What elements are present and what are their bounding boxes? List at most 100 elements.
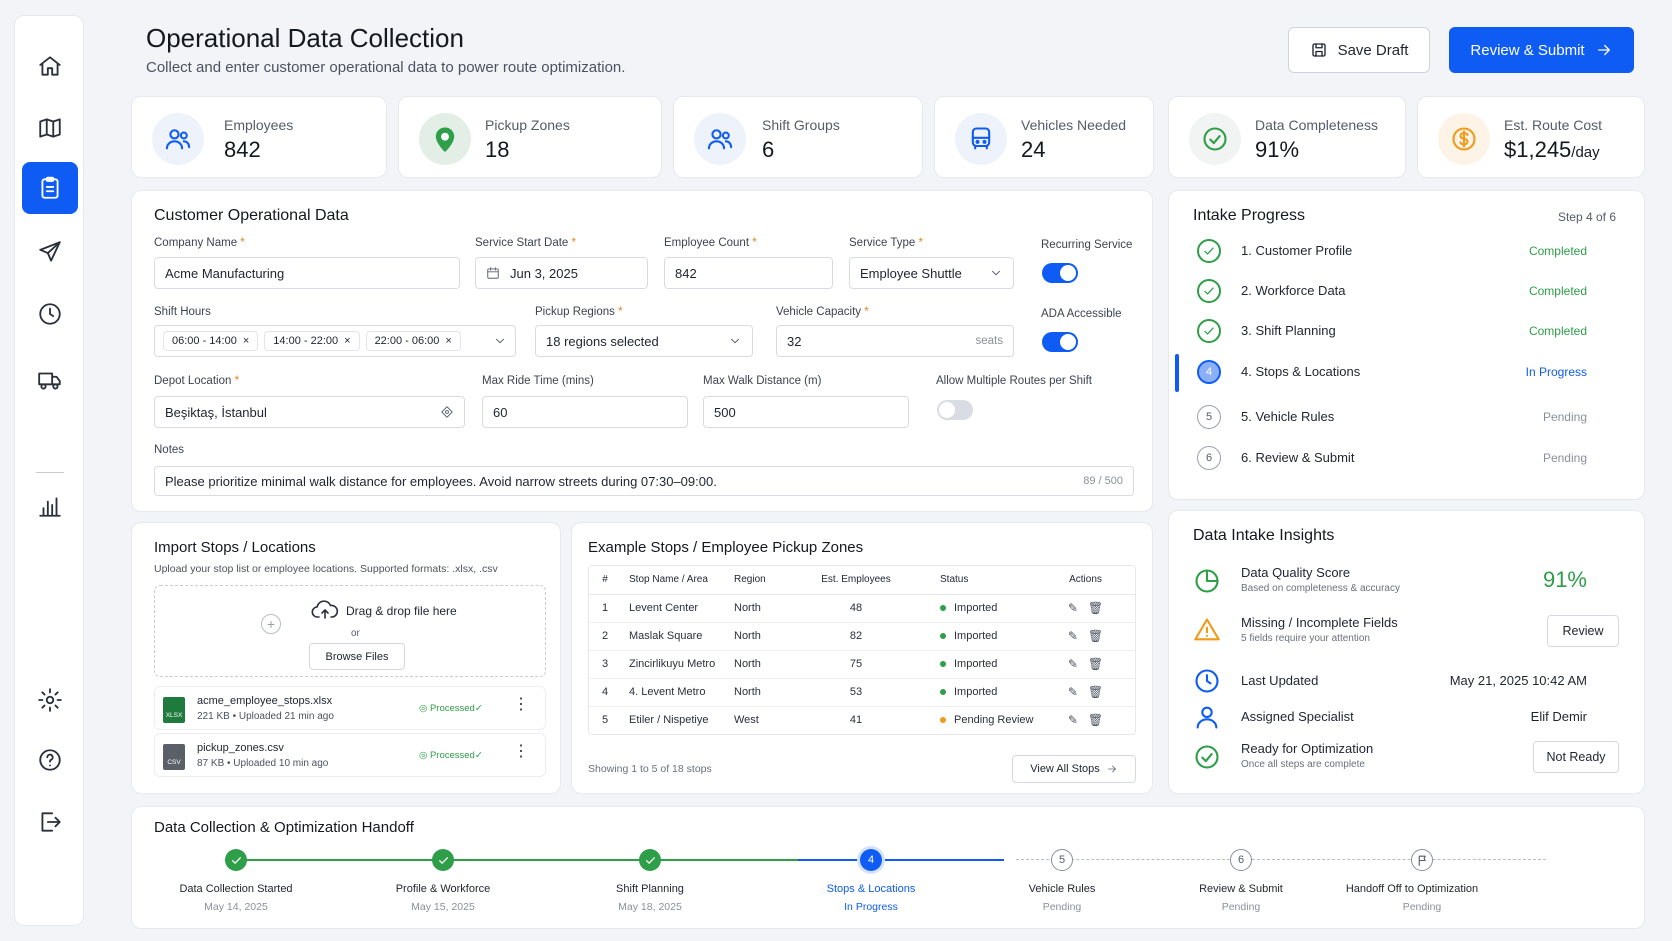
edit-icon[interactable]: ✎ [1068, 629, 1078, 643]
not-ready-button[interactable]: Not Ready [1533, 741, 1619, 773]
nav-history[interactable] [22, 288, 78, 340]
employee-count-input[interactable]: 842 [664, 257, 833, 289]
browse-files-button[interactable]: Browse Files [309, 643, 405, 670]
timeline-node[interactable] [639, 849, 661, 871]
status-cell: Imported [906, 678, 1036, 707]
edit-icon[interactable]: ✎ [1068, 601, 1078, 615]
locate-icon[interactable] [440, 405, 454, 419]
max-ride-label: Max Ride Time (mins) [482, 375, 594, 387]
trash-icon[interactable]: 🗑︎ [1088, 629, 1103, 643]
drop-text: Drag & drop file here [346, 604, 457, 618]
or-text: or [351, 628, 360, 639]
add-icon[interactable]: + [261, 614, 281, 634]
import-subtitle: Upload your stop list or employee locati… [154, 563, 498, 575]
timeline-sub: May 14, 2025 [204, 901, 268, 913]
table-row[interactable]: 3 Zincirlikuyu Metro North 75 Imported ✎… [589, 650, 1135, 679]
stat-value: 91% [1255, 137, 1300, 162]
check-icon [1204, 247, 1214, 255]
table-row[interactable]: 5 Etiler / Nispetiye West 41 Pending Rev… [589, 706, 1135, 734]
max-walk-input[interactable]: 500 [703, 396, 909, 428]
uploaded-file[interactable]: CSV pickup_zones.csv 87 KB • Uploaded 10… [154, 733, 546, 777]
progress-step[interactable]: 1. Customer Profile Completed [1169, 233, 1615, 271]
review-submit-button[interactable]: Review & Submit [1449, 27, 1634, 73]
notes-textarea[interactable]: Please prioritize minimal walk distance … [154, 466, 1134, 496]
trash-icon[interactable]: 🗑︎ [1088, 601, 1103, 615]
shift-hours-select[interactable]: 06:00 - 14:00 × 14:00 - 22:00 × 22:00 - 06:0… [154, 325, 516, 357]
file-dropzone[interactable]: + Drag & drop file here or Browse Files [154, 585, 546, 677]
more-options-icon[interactable]: ⋮ [513, 744, 529, 760]
nav-dispatch[interactable] [22, 226, 78, 278]
shift-chip[interactable]: 14:00 - 22:00 × [264, 331, 360, 351]
nav-home[interactable] [22, 40, 78, 92]
trash-icon[interactable]: 🗑︎ [1088, 657, 1103, 671]
more-options-icon[interactable]: ⋮ [513, 697, 529, 713]
vehicle-capacity-input[interactable]: 32 seats [776, 325, 1014, 357]
timeline-node-current[interactable]: 4 [860, 849, 882, 871]
check-icon [1204, 287, 1214, 295]
trash-icon[interactable]: 🗑︎ [1088, 713, 1103, 727]
progress-step-current[interactable]: 4 4. Stops & Locations In Progress [1169, 354, 1615, 392]
shift-hours-label: Shift Hours [154, 306, 211, 318]
nav-fleet[interactable] [22, 354, 78, 406]
shift-chip[interactable]: 06:00 - 14:00 × [163, 331, 259, 351]
progress-title: Intake Progress [1193, 207, 1306, 224]
pickup-regions-label: Pickup Regions * [535, 306, 623, 318]
recurring-toggle[interactable] [1042, 263, 1078, 283]
multi-route-toggle[interactable] [937, 400, 973, 420]
progress-step[interactable]: 5 5. Vehicle Rules Pending [1169, 399, 1615, 437]
timeline-node[interactable] [1411, 849, 1433, 871]
stat-value: 24 [1021, 137, 1046, 162]
uploaded-file[interactable]: XLSX acme_employee_stops.xlsx 221 KB • U… [154, 686, 546, 730]
max-ride-input[interactable]: 60 [482, 396, 688, 428]
pickup-regions-select[interactable]: 18 regions selected [535, 325, 753, 357]
stat-label: Shift Groups [762, 117, 840, 133]
edit-icon[interactable]: ✎ [1068, 657, 1078, 671]
timeline-node[interactable]: 5 [1051, 849, 1073, 871]
nav-settings[interactable] [22, 674, 78, 726]
ada-toggle[interactable] [1042, 332, 1078, 352]
quality-score-value: 91% [1542, 567, 1587, 592]
nav-map[interactable] [22, 102, 78, 154]
capacity-unit: seats [975, 335, 1004, 347]
progress-step[interactable]: 2. Workforce Data Completed [1169, 273, 1615, 311]
save-draft-button[interactable]: Save Draft [1288, 27, 1430, 73]
stat-label: Data Completeness [1255, 117, 1378, 133]
stat-label: Pickup Zones [485, 117, 570, 133]
map-pin-icon [435, 127, 455, 152]
table-row[interactable]: 2 Maslak Square North 82 Imported ✎ 🗑︎ [589, 622, 1135, 651]
progress-step[interactable]: 6 6. Review & Submit Pending [1169, 440, 1615, 478]
nav-analytics[interactable] [22, 480, 78, 532]
timeline-node[interactable] [225, 849, 247, 871]
table-row[interactable]: 4 4. Levent Metro North 53 Imported ✎ 🗑︎ [589, 678, 1135, 707]
remove-chip-icon[interactable]: × [344, 335, 350, 347]
remove-chip-icon[interactable]: × [445, 335, 451, 347]
nav-data-collection[interactable] [22, 162, 78, 214]
table-header: # Stop Name / Area Region Est. Employees… [589, 566, 1135, 595]
check-icon [438, 856, 448, 864]
timeline-node[interactable]: 6 [1230, 849, 1252, 871]
nav-logout[interactable] [22, 796, 78, 848]
edit-icon[interactable]: ✎ [1068, 685, 1078, 699]
view-all-stops-button[interactable]: View All Stops [1012, 755, 1136, 783]
file-name: pickup_zones.csv [197, 742, 284, 754]
service-type-select[interactable]: Employee Shuttle [849, 257, 1014, 289]
table-row[interactable]: 1 Levent Center North 48 Imported ✎ 🗑︎ [589, 594, 1135, 623]
logout-icon [41, 812, 61, 832]
clipboard-icon [41, 176, 59, 199]
current-step-indicator [1175, 354, 1179, 392]
trash-icon[interactable]: 🗑︎ [1088, 685, 1103, 699]
progress-step[interactable]: 3. Shift Planning Completed [1169, 313, 1615, 351]
shift-chip[interactable]: 22:00 - 06:00 × [365, 331, 461, 351]
remove-chip-icon[interactable]: × [243, 335, 249, 347]
nav-help[interactable] [22, 734, 78, 786]
start-date-input[interactable]: Jun 3, 2025 [475, 257, 648, 289]
depot-location-input[interactable]: Beşiktaş, İstanbul [154, 396, 465, 428]
edit-icon[interactable]: ✎ [1068, 713, 1078, 727]
save-icon [1311, 43, 1326, 57]
bus-icon [971, 127, 991, 150]
timeline-node[interactable] [432, 849, 454, 871]
stat-value: 18 [485, 137, 510, 162]
xlsx-file-icon: XLSX [163, 697, 185, 723]
company-name-input[interactable]: Acme Manufacturing [154, 257, 460, 289]
review-button[interactable]: Review [1547, 615, 1619, 647]
